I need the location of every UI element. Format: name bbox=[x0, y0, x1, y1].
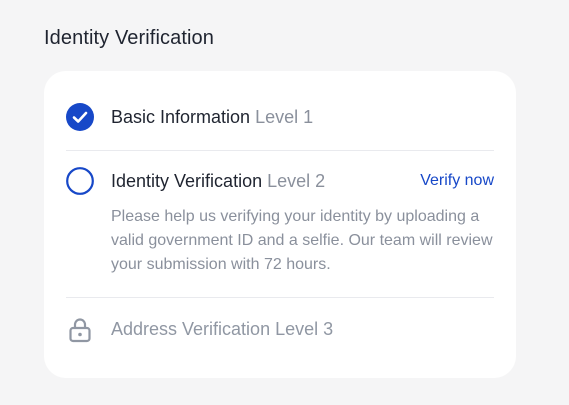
divider bbox=[66, 150, 494, 151]
divider bbox=[66, 297, 494, 298]
verify-now-link[interactable]: Verify now bbox=[420, 170, 494, 192]
step-heading: Basic Information Level 1 bbox=[111, 106, 313, 128]
lock-icon bbox=[69, 318, 91, 343]
step-heading: Identity Verification Level 2 bbox=[111, 170, 325, 192]
step-level: Level 3 bbox=[275, 319, 334, 339]
step-level: Level 2 bbox=[267, 171, 326, 191]
step-title: Address Verification bbox=[111, 319, 271, 339]
step-title: Basic Information bbox=[111, 107, 251, 127]
step-title: Identity Verification bbox=[111, 171, 263, 191]
empty-circle-icon bbox=[66, 167, 94, 195]
step-description: Please help us verifying your identity b… bbox=[111, 208, 493, 273]
step-level: Level 1 bbox=[255, 107, 314, 127]
step-heading: Address Verification Level 3 bbox=[111, 318, 333, 340]
verification-card: Basic Information Level 1 Identity Verif… bbox=[44, 71, 516, 378]
check-circle-icon bbox=[66, 103, 94, 131]
section-title: Identity Verification bbox=[44, 27, 214, 49]
